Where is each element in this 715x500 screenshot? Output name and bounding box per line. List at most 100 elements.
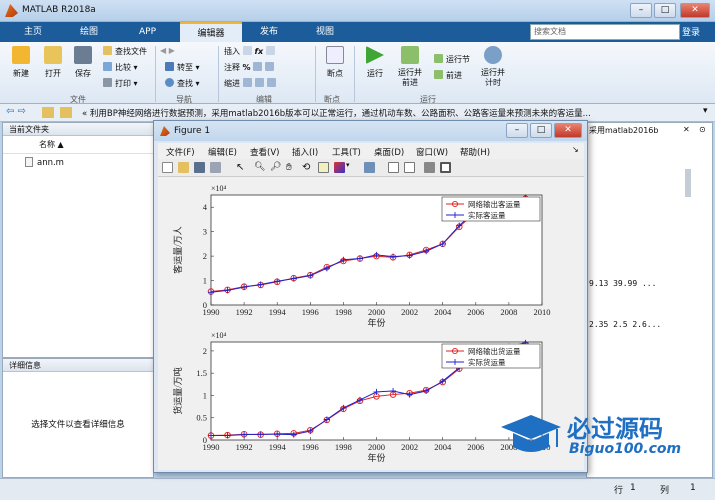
dock-arrow-icon[interactable]: ↘ <box>572 145 579 154</box>
breakpoints-label: 断点 <box>327 69 343 78</box>
tab-home[interactable]: 主页 <box>8 22 58 42</box>
run-section-button[interactable]: 运行节 <box>434 54 470 65</box>
open-button[interactable]: 打开 <box>38 46 68 79</box>
x-tick-label: 1992 <box>236 442 253 452</box>
increase-indent-icon[interactable] <box>254 78 264 87</box>
matlab-logo-icon <box>160 126 170 136</box>
pan-hand-icon[interactable]: ✋︎ <box>286 162 297 173</box>
x-axis-label: 年份 <box>367 452 385 463</box>
print-button[interactable]: 打印 ▾ <box>103 78 138 89</box>
link-plot-icon[interactable] <box>364 162 375 173</box>
y-tick-label: 4 <box>203 202 208 212</box>
uncomment-icon[interactable] <box>265 62 275 71</box>
panel-menu-icon[interactable]: ⊙ <box>699 125 706 134</box>
search-icon <box>165 78 174 87</box>
tab-editor[interactable]: 编辑器 <box>180 22 242 42</box>
comment-button[interactable]: 注释 % <box>224 62 277 73</box>
browse-folder-icon[interactable] <box>60 107 72 118</box>
brush-dropdown-icon[interactable]: ▾ <box>346 161 350 169</box>
data-cursor-icon[interactable] <box>318 162 329 173</box>
close-button[interactable]: ✕ <box>680 3 710 18</box>
tab-view[interactable]: 视图 <box>300 22 350 42</box>
rotate-icon[interactable]: ⟲ <box>302 162 313 173</box>
run-and-time-button[interactable]: 运行并 计时 <box>478 46 508 88</box>
compare-button[interactable]: 比较 ▾ <box>103 62 138 73</box>
find-files-label: 查找文件 <box>115 47 147 56</box>
menu-tools[interactable]: 工具(T) <box>332 146 361 158</box>
menu-insert[interactable]: 插入(I) <box>292 146 318 158</box>
colorbar-icon[interactable] <box>388 162 399 173</box>
tab-publish[interactable]: 发布 <box>244 22 294 42</box>
up-folder-icon[interactable] <box>42 107 54 118</box>
minimize-button[interactable]: – <box>630 3 652 18</box>
legend-icon[interactable] <box>404 162 415 173</box>
matlab-logo-icon <box>5 4 18 17</box>
decrease-indent-icon[interactable] <box>266 78 276 87</box>
breakpoints-button[interactable]: 断点 <box>320 46 350 79</box>
details-panel: 详细信息 选择文件以查看详细信息 <box>2 358 154 478</box>
figure-minimize-button[interactable]: – <box>506 123 528 138</box>
run-section-icon <box>434 54 443 63</box>
login-link[interactable]: 登录 <box>682 25 700 38</box>
save-figure-icon[interactable] <box>194 162 205 173</box>
insert-button[interactable]: 插入 fx <box>224 46 278 57</box>
search-input[interactable]: 搜索文档 <box>530 24 680 40</box>
zoom-out-icon[interactable]: 🔎︎ <box>270 162 281 173</box>
back-forward-arrows-icon[interactable]: ⇦ ⇨ <box>6 106 26 117</box>
menu-window[interactable]: 窗口(W) <box>416 146 448 158</box>
brush-icon[interactable] <box>334 162 345 173</box>
nav-back-forward[interactable]: ◀ ▶ <box>160 46 175 55</box>
editor-tab-title[interactable]: 采用matlab2016b <box>589 125 658 136</box>
current-path[interactable]: « 利用BP神经网络进行数据预测，采用matlab2016b版本可以正常运行，通… <box>82 107 591 119</box>
status-bar: 行 1 列 1 <box>0 478 715 500</box>
smart-indent-icon[interactable] <box>242 78 252 87</box>
run-icon <box>366 46 384 64</box>
menu-view[interactable]: 查看(V) <box>250 146 279 158</box>
percent-icon[interactable]: % <box>243 63 251 72</box>
hide-plot-tools-icon[interactable] <box>424 162 435 173</box>
file-item[interactable]: ann.m <box>3 154 153 171</box>
show-plot-tools-icon[interactable] <box>440 162 451 173</box>
indent-button[interactable]: 缩进 <box>224 78 279 89</box>
figure-maximize-button[interactable]: □ <box>530 123 552 138</box>
function-icon[interactable]: fx <box>255 47 264 56</box>
menu-file[interactable]: 文件(F) <box>166 146 195 158</box>
menu-edit[interactable]: 编辑(E) <box>208 146 237 158</box>
zoom-in-icon[interactable]: 🔍︎ <box>254 162 265 173</box>
run-and-advance-button[interactable]: 运行并 前进 <box>395 46 425 88</box>
goto-button[interactable]: 转至 ▾ <box>165 62 200 73</box>
pointer-icon[interactable]: ↖ <box>236 162 247 173</box>
menu-desktop[interactable]: 桌面(D) <box>374 146 404 158</box>
goto-label: 转至 <box>177 63 193 72</box>
open-label: 打开 <box>45 69 61 78</box>
find-files-button[interactable]: 查找文件 <box>103 46 147 57</box>
print-figure-icon[interactable] <box>210 162 221 173</box>
watermark: 必过源码 Biguo100.com <box>495 403 695 473</box>
panel-close-icon[interactable]: ✕ <box>683 125 690 134</box>
comment-wrap-icon[interactable] <box>253 62 263 71</box>
advance-button[interactable]: 前进 <box>434 70 462 81</box>
run-button[interactable]: 运行 <box>360 46 390 79</box>
new-figure-icon[interactable] <box>162 162 173 173</box>
name-column-header[interactable]: 名称 ▲ <box>3 136 153 154</box>
axis-exponent: ×10⁴ <box>211 184 227 193</box>
comment-label: 注释 <box>224 63 240 72</box>
insert-menu-icon[interactable] <box>265 46 275 55</box>
find-files-icon <box>103 46 112 55</box>
x-axis-label: 年份 <box>367 317 385 328</box>
tab-apps[interactable]: APP <box>120 22 175 42</box>
scrollbar-thumb[interactable] <box>685 169 691 197</box>
maximize-button[interactable]: □ <box>654 3 676 18</box>
open-file-icon[interactable] <box>178 162 189 173</box>
compare-icon <box>103 62 112 71</box>
path-dropdown-icon[interactable]: ▾ <box>703 106 708 116</box>
x-tick-label: 1996 <box>302 307 319 317</box>
tab-plots[interactable]: 绘图 <box>64 22 114 42</box>
save-button[interactable]: 保存 <box>68 46 98 79</box>
save-label: 保存 <box>75 69 91 78</box>
goto-icon <box>165 62 174 71</box>
new-button[interactable]: 新建 <box>6 46 36 79</box>
find-button[interactable]: 查找 ▾ <box>165 78 200 89</box>
menu-help[interactable]: 帮助(H) <box>460 146 490 158</box>
figure-close-button[interactable]: ✕ <box>554 123 582 138</box>
